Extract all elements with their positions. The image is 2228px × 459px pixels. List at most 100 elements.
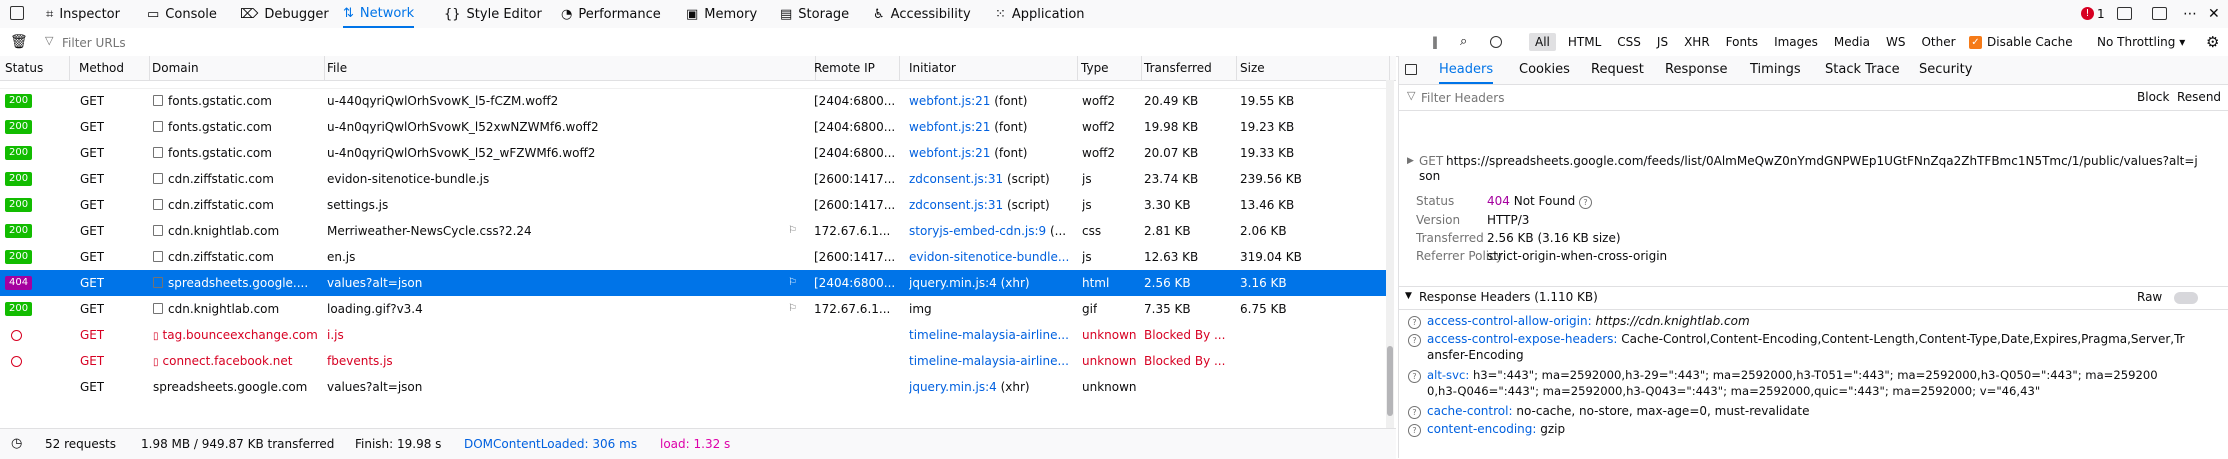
type-filter-all[interactable]: All <box>1529 33 1556 51</box>
response-headers-title[interactable]: Response Headers (1.110 KB) <box>1419 290 1598 304</box>
initiator-link[interactable]: timeline-malaysia-airline... <box>909 328 1069 342</box>
table-row[interactable]: 200 GET fonts.gstatic.com u-4n0qyriQwlOrhSv… <box>0 114 1390 140</box>
expand-arrow-icon[interactable]: ▶ <box>1407 156 1414 166</box>
initiator-cell[interactable]: evidon-sitenotice-bundle... <box>909 244 1075 270</box>
filter-urls-input[interactable] <box>60 32 1424 54</box>
initiator-cell[interactable]: webfont.js:21 (font) <box>909 114 1075 140</box>
element-picker-icon[interactable] <box>10 6 24 20</box>
table-row[interactable]: 200 GET cdn.knightlab.com Merriweather-News… <box>0 218 1390 244</box>
initiator-link[interactable]: storyjs-embed-cdn.js:9 <box>909 224 1046 238</box>
more-options-icon[interactable]: ⋯ <box>2183 0 2197 28</box>
raw-toggle[interactable] <box>2174 292 2198 304</box>
trash-icon[interactable]: 🗑 <box>10 34 28 50</box>
tab-style-editor[interactable]: {} Style Editor <box>444 0 542 28</box>
initiator-link[interactable]: webfont.js:21 <box>909 120 990 134</box>
help-icon[interactable]: ? <box>1579 196 1593 209</box>
collapse-arrow-icon[interactable]: ▼ <box>1405 291 1412 301</box>
tab-console[interactable]: ▭ Console <box>147 0 217 28</box>
col-remote-ip[interactable]: Remote IP <box>809 56 900 80</box>
initiator-cell[interactable]: timeline-malaysia-airline... <box>909 322 1075 348</box>
type-filter-fonts[interactable]: Fonts <box>1718 28 1766 56</box>
initiator-cell[interactable]: storyjs-embed-cdn.js:9 (... <box>909 218 1075 244</box>
help-icon[interactable]: ? <box>1408 406 1421 419</box>
tab-response[interactable]: Response <box>1665 56 1727 84</box>
tab-stack-trace[interactable]: Stack Trace <box>1825 56 1900 84</box>
filter-headers-input[interactable] <box>1419 87 2063 109</box>
dock-icon[interactable] <box>2152 7 2167 20</box>
toggle-sidebar-icon[interactable] <box>1405 64 1417 75</box>
table-row[interactable]: 200 GET fonts.gstatic.com u-4n0qyriQwlOrhSv… <box>0 140 1390 166</box>
block-icon[interactable] <box>1490 36 1502 48</box>
col-transferred[interactable]: Transferred <box>1139 56 1237 80</box>
initiator-cell[interactable]: zdconsent.js:31 (script) <box>909 192 1075 218</box>
table-row[interactable]: 200 GET cdn.ziffstatic.com evidon-sitenotic… <box>0 166 1390 192</box>
col-method[interactable]: Method <box>74 56 150 80</box>
responsive-design-icon[interactable] <box>2117 7 2132 20</box>
table-row[interactable]: 200 GET cdn.knightlab.com loading.gif?v3.4 ⚐… <box>0 296 1390 322</box>
col-size[interactable]: Size <box>1235 56 1390 80</box>
scrollbar-thumb[interactable] <box>1387 346 1393 416</box>
help-icon[interactable]: ? <box>1408 370 1421 383</box>
initiator-cell[interactable]: webfont.js:21 (font) <box>909 88 1075 114</box>
help-icon[interactable]: ? <box>1408 316 1421 329</box>
tab-network[interactable]: ⇅ Network <box>343 0 415 28</box>
type-filter-ws[interactable]: WS <box>1878 28 1913 56</box>
table-row[interactable]: 200 GET cdn.ziffstatic.com settings.js [2600… <box>0 192 1390 218</box>
initiator-cell[interactable]: timeline-malaysia-airline... <box>909 348 1075 374</box>
type-filter-html[interactable]: HTML <box>1560 28 1609 56</box>
help-icon[interactable]: ? <box>1408 424 1421 437</box>
initiator-link[interactable]: zdconsent.js:31 <box>909 172 1003 186</box>
tab-cookies[interactable]: Cookies <box>1519 56 1570 84</box>
type-filter-media[interactable]: Media <box>1826 28 1878 56</box>
table-row[interactable]: 200 GET cdn.ziffstatic.com en.js [2600:1417.… <box>0 244 1390 270</box>
initiator-link[interactable]: jquery.min.js:4 <box>909 380 997 394</box>
initiator-link[interactable]: zdconsent.js:31 <box>909 198 1003 212</box>
col-status[interactable]: Status <box>0 56 70 80</box>
throttling-select[interactable]: No Throttling ▾ <box>2097 28 2185 56</box>
initiator-cell[interactable]: zdconsent.js:31 (script) <box>909 166 1075 192</box>
table-row[interactable]: GET ▯ connect.facebook.net fbevents.js timel… <box>0 348 1390 374</box>
tab-accessibility[interactable]: ♿ Accessibility <box>873 0 971 28</box>
error-count[interactable]: 1 <box>2097 0 2105 28</box>
initiator-link[interactable]: webfont.js:21 <box>909 146 990 160</box>
resend-button[interactable]: Resend <box>2177 84 2221 110</box>
gear-icon[interactable]: ⚙ <box>2206 28 2219 56</box>
type-filter-xhr[interactable]: XHR <box>1676 28 1718 56</box>
tab-timings[interactable]: Timings <box>1750 56 1801 84</box>
type-filter-js[interactable]: JS <box>1649 28 1676 56</box>
tab-debugger[interactable]: ⌦ Debugger <box>240 0 329 28</box>
initiator-link[interactable]: evidon-sitenotice-bundle... <box>909 250 1069 264</box>
initiator-cell[interactable]: jquery.min.js:4 (xhr) <box>909 270 1075 296</box>
disable-cache-label[interactable]: Disable Cache <box>1987 28 2073 56</box>
table-row[interactable]: 200 GET fonts.gstatic.com u-440qyriQwlOrhSv… <box>0 88 1390 114</box>
error-icon[interactable]: ! <box>2081 7 2094 20</box>
type-filter-css[interactable]: CSS <box>1609 28 1649 56</box>
search-icon[interactable]: ⌕ <box>1460 28 1467 56</box>
initiator-link[interactable]: timeline-malaysia-airline... <box>909 354 1069 368</box>
table-row[interactable]: 404 GET spreadsheets.google.... values?alt=… <box>0 270 1390 296</box>
tab-storage[interactable]: ▤ Storage <box>780 0 849 28</box>
col-initiator[interactable]: Initiator <box>904 56 1078 80</box>
tab-memory[interactable]: ▣ Memory <box>686 0 757 28</box>
col-domain[interactable]: Domain <box>147 56 325 80</box>
initiator-cell[interactable]: jquery.min.js:4 (xhr) <box>909 374 1075 400</box>
initiator-link[interactable]: jquery.min.js:4 <box>909 276 997 290</box>
col-type[interactable]: Type <box>1076 56 1142 80</box>
initiator-link[interactable]: webfont.js:21 <box>909 94 990 108</box>
tab-inspector[interactable]: ⌗ Inspector <box>46 0 120 28</box>
request-url[interactable]: https://spreadsheets.google.com/feeds/li… <box>1446 154 2221 168</box>
table-row[interactable]: GET spreadsheets.google.com values?alt=jso… <box>0 374 1390 400</box>
tab-headers[interactable]: Headers <box>1439 56 1494 84</box>
type-filter-images[interactable]: Images <box>1766 28 1826 56</box>
tab-security[interactable]: Security <box>1919 56 1972 84</box>
pause-icon[interactable]: ‖ <box>1432 28 1438 56</box>
table-row[interactable]: GET ▯ tag.bounceexchange.com i.js timeline-m… <box>0 322 1390 348</box>
close-icon[interactable]: ✕ <box>2208 0 2220 28</box>
col-file[interactable]: File <box>322 56 816 80</box>
block-button[interactable]: Block <box>2137 84 2169 110</box>
initiator-cell[interactable]: webfont.js:21 (font) <box>909 140 1075 166</box>
tab-request[interactable]: Request <box>1591 56 1644 84</box>
disable-cache-checkbox[interactable]: ✓ <box>1969 36 1982 49</box>
tab-application[interactable]: ⁙ Application <box>995 0 1085 28</box>
help-icon[interactable]: ? <box>1408 334 1421 347</box>
